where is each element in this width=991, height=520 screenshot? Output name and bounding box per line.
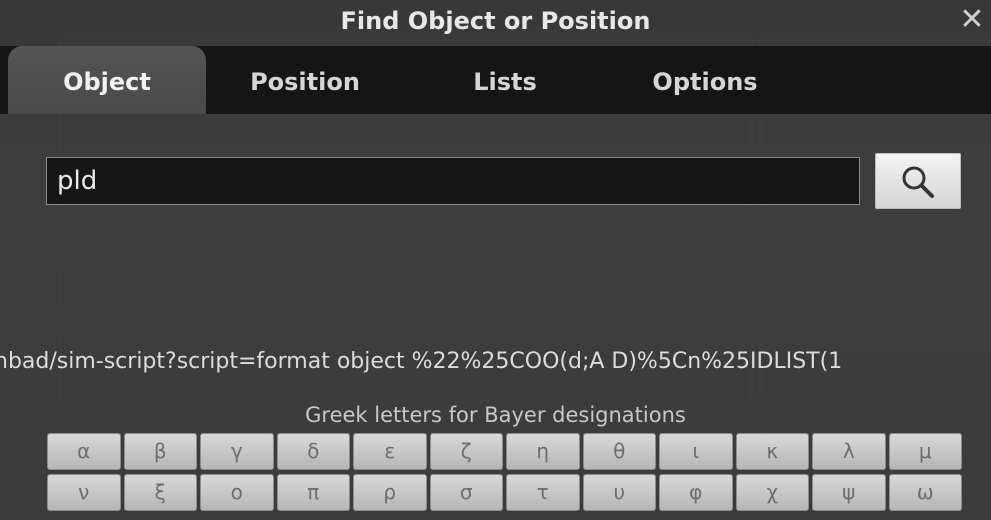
- greek-button-epsilon[interactable]: ε: [353, 433, 427, 470]
- title-bar: Find Object or Position ✕: [0, 0, 991, 46]
- tab-options[interactable]: Options: [610, 46, 800, 114]
- greek-button-lambda[interactable]: λ: [812, 433, 886, 470]
- greek-button-delta[interactable]: δ: [276, 433, 350, 470]
- greek-button-alpha[interactable]: α: [47, 433, 121, 470]
- greek-button-pi[interactable]: π: [276, 474, 350, 511]
- search-button[interactable]: [875, 153, 961, 209]
- search-icon: [902, 166, 934, 198]
- greek-button-omega[interactable]: ω: [888, 474, 962, 511]
- greek-button-upsilon[interactable]: υ: [582, 474, 656, 511]
- greek-button-xi[interactable]: ξ: [123, 474, 197, 511]
- greek-button-omicron[interactable]: ο: [200, 474, 274, 511]
- search-input[interactable]: [46, 157, 860, 205]
- tab-position[interactable]: Position: [215, 46, 395, 114]
- greek-button-gamma[interactable]: γ: [200, 433, 274, 470]
- find-object-dialog: Find Object or Position ✕ Object Positio…: [0, 0, 991, 520]
- greek-button-kappa[interactable]: κ: [735, 433, 809, 470]
- close-icon[interactable]: ✕: [955, 2, 989, 38]
- greek-button-mu[interactable]: μ: [888, 433, 962, 470]
- greek-button-beta[interactable]: β: [123, 433, 197, 470]
- greek-button-iota[interactable]: ι: [659, 433, 733, 470]
- tab-bar: Object Position Lists Options: [0, 46, 991, 114]
- greek-letters-label: Greek letters for Bayer designations: [305, 403, 686, 427]
- greek-button-psi[interactable]: ψ: [812, 474, 886, 511]
- tab-object[interactable]: Object: [8, 46, 206, 114]
- greek-row-2: ν ξ ο π ρ σ τ υ φ χ ψ ω: [47, 474, 962, 511]
- greek-button-sigma[interactable]: σ: [429, 474, 503, 511]
- greek-button-eta[interactable]: η: [506, 433, 580, 470]
- greek-button-chi[interactable]: χ: [735, 474, 809, 511]
- greek-button-theta[interactable]: θ: [582, 433, 656, 470]
- greek-button-zeta[interactable]: ζ: [429, 433, 503, 470]
- query-url-text: nbad/sim-script?script=format object %22…: [0, 349, 843, 374]
- greek-row-1: α β γ δ ε ζ η θ ι κ λ μ: [47, 433, 962, 470]
- tab-lists[interactable]: Lists: [420, 46, 590, 114]
- greek-button-phi[interactable]: φ: [659, 474, 733, 511]
- greek-button-nu[interactable]: ν: [47, 474, 121, 511]
- greek-button-rho[interactable]: ρ: [353, 474, 427, 511]
- dialog-title: Find Object or Position: [340, 7, 651, 35]
- greek-button-tau[interactable]: τ: [506, 474, 580, 511]
